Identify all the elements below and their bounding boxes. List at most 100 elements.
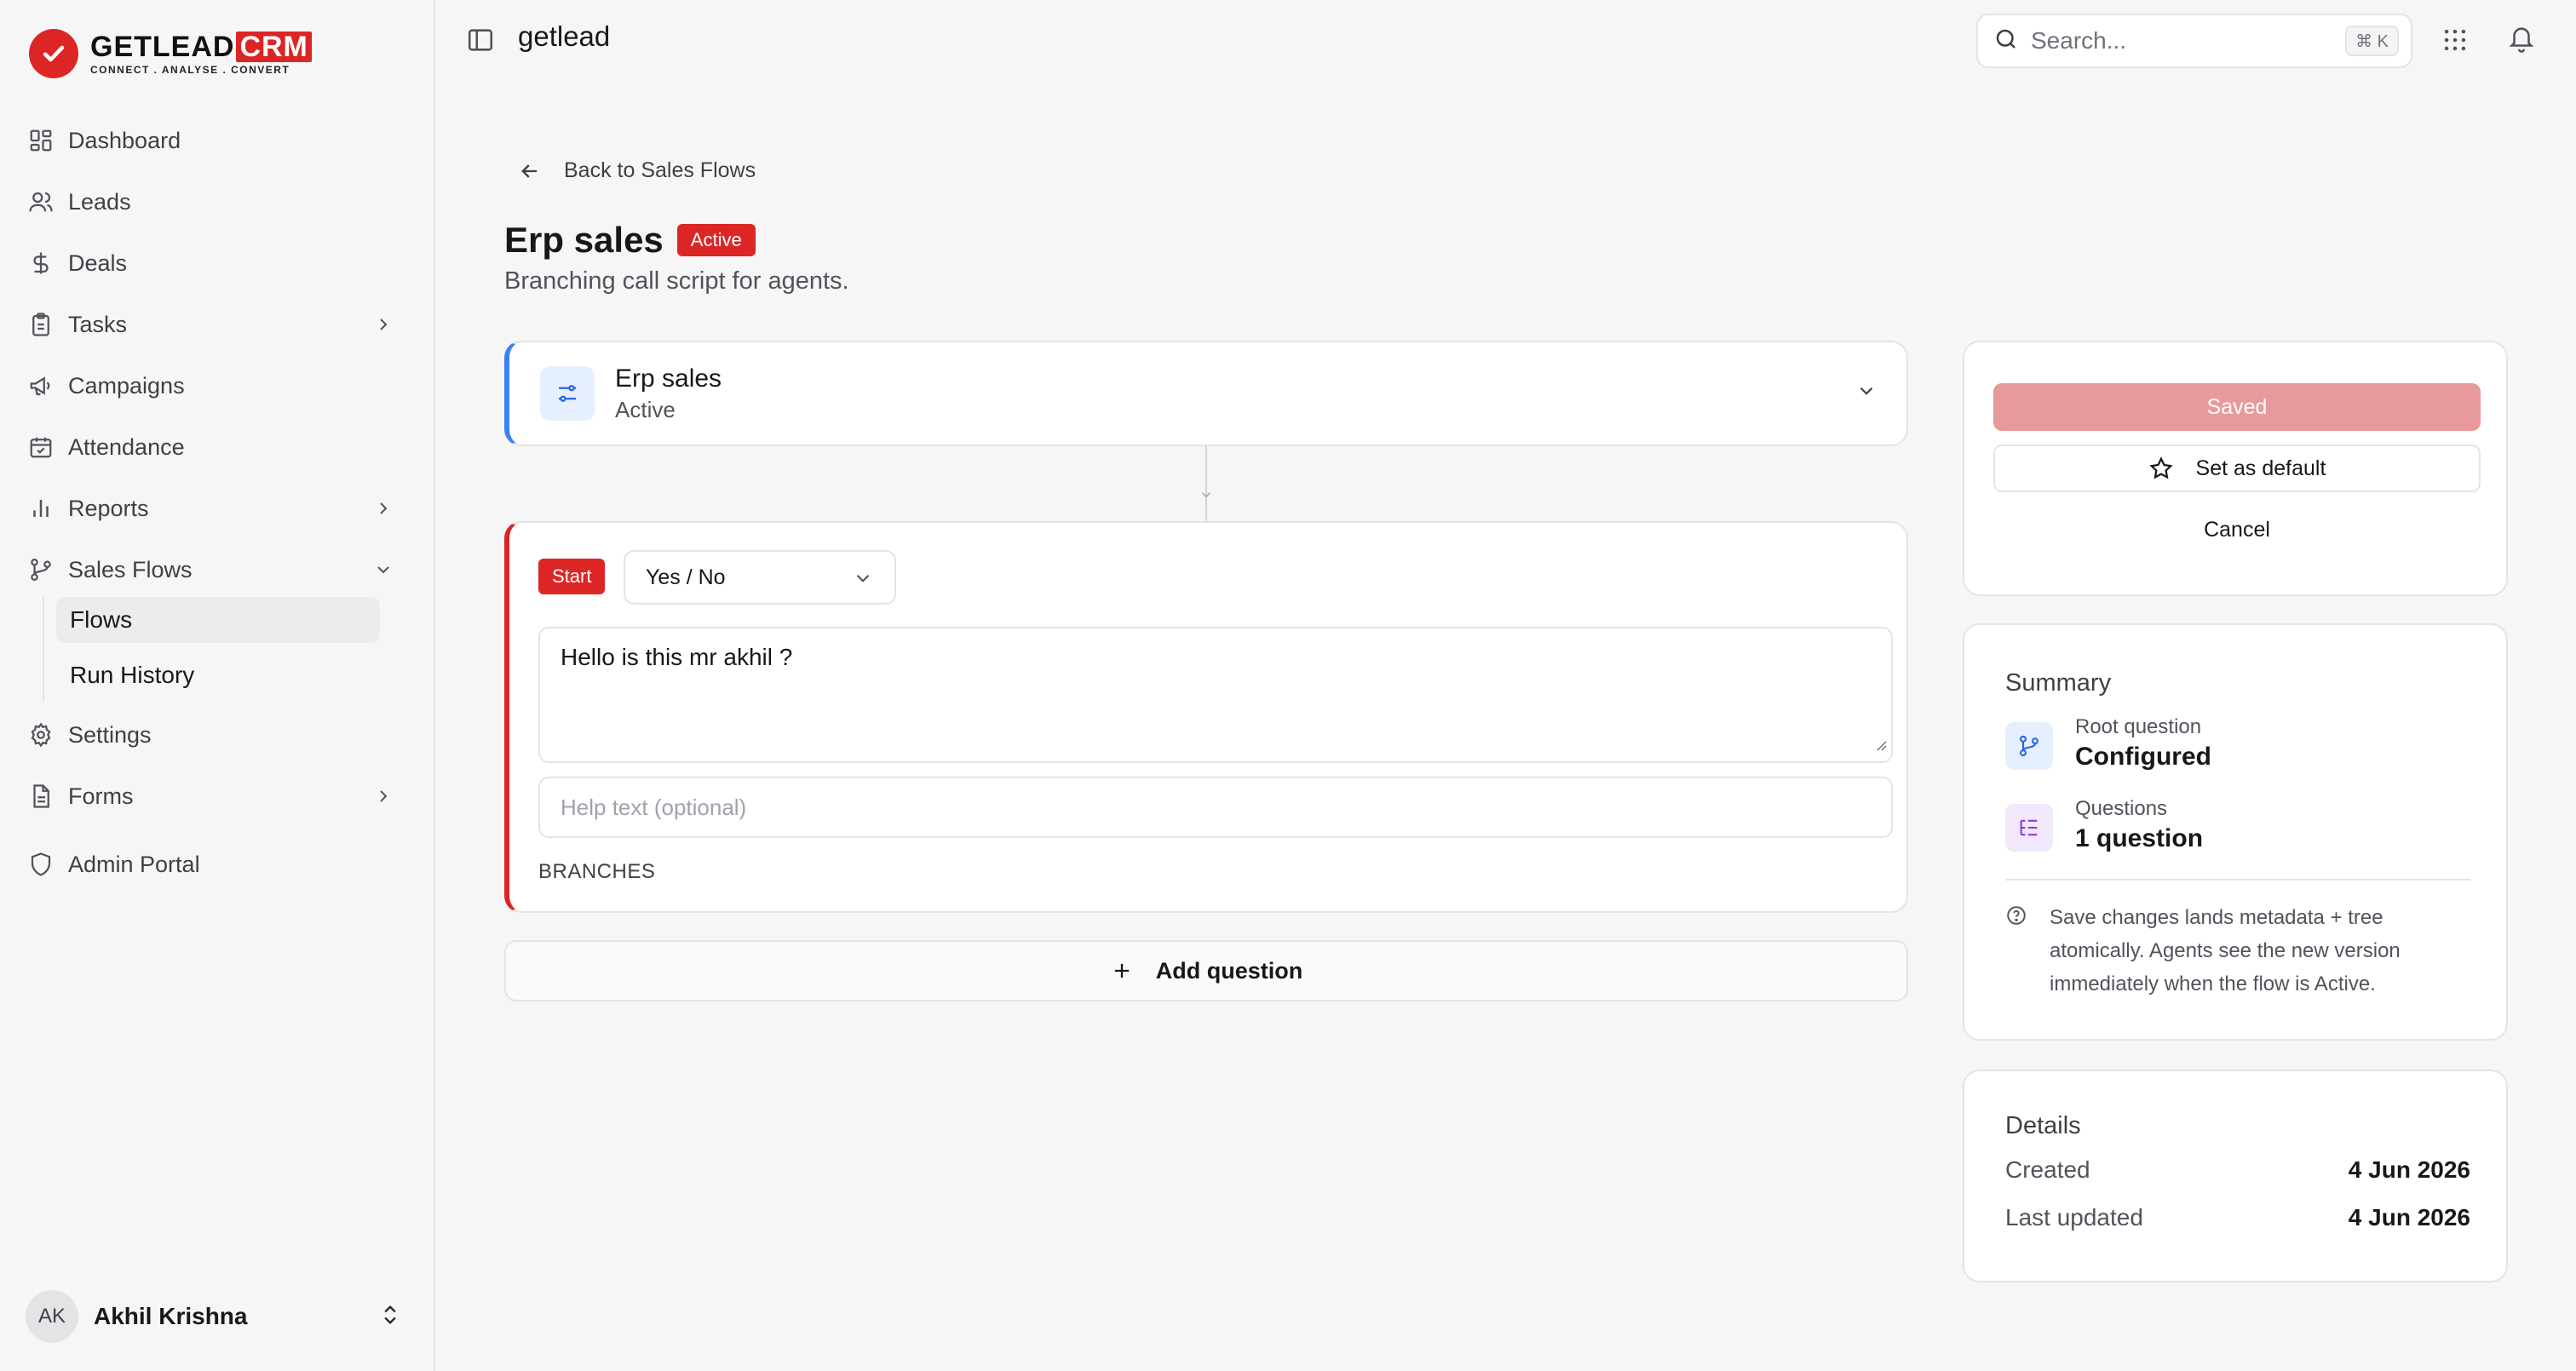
sidebar-item-label: Forms	[68, 783, 134, 809]
question-card: Start Yes / No Hello is this mr akhil ? …	[504, 521, 1908, 913]
connector-arrow-icon	[1199, 487, 1214, 507]
question-type-select[interactable]: Yes / No	[624, 550, 896, 605]
sidebar-item-label: Dashboard	[68, 127, 181, 153]
details-label: Last updated	[2005, 1204, 2143, 1230]
sidebar-item-label: Reports	[68, 495, 149, 521]
logo-word: GETLEAD	[90, 31, 235, 63]
summary-row-root-question: Root question Configured	[2005, 714, 2482, 773]
apps-grid-icon[interactable]	[2441, 26, 2470, 54]
branch-icon	[27, 556, 55, 583]
summary-label: Questions	[2075, 797, 2168, 820]
sidebar-subitem-run-history[interactable]: Run History	[56, 652, 380, 698]
add-question-label: Add question	[1155, 957, 1303, 984]
users-icon	[27, 188, 55, 215]
avatar: AK	[26, 1290, 78, 1343]
help-circle-icon	[2005, 904, 2027, 931]
sidebar-item-campaigns[interactable]: Campaigns	[17, 360, 405, 411]
chevrons-up-down-icon	[378, 1303, 402, 1331]
chevron-right-icon	[370, 495, 397, 522]
summary-value: Configured	[2075, 743, 2211, 771]
sidebar-item-leads[interactable]: Leads	[17, 176, 405, 227]
star-icon	[2148, 456, 2173, 479]
sidebar-item-forms[interactable]: Forms	[17, 771, 405, 822]
chevron-right-icon	[370, 311, 397, 338]
megaphone-icon	[27, 372, 55, 399]
chevron-down-icon	[370, 556, 397, 583]
topbar: getlead Search... ⌘ K	[437, 0, 2576, 80]
summary-row-questions: Questions 1 question	[2005, 795, 2482, 855]
sidebar-item-admin-portal[interactable]: Admin Portal	[17, 839, 405, 890]
add-question-button[interactable]: Add question	[504, 940, 1908, 1001]
sidebar-item-attendance[interactable]: Attendance	[17, 422, 405, 473]
getlead-logo[interactable]: GETLEAD CRM CONNECT . ANALYSE . CONVERT	[29, 26, 312, 82]
page-subtitle: Branching call script for agents.	[504, 267, 849, 295]
sidebar-item-reports[interactable]: Reports	[17, 483, 405, 534]
user-name: Akhil Krishna	[94, 1303, 248, 1329]
details-label: Created	[2005, 1156, 2090, 1183]
question-text-input[interactable]: Hello is this mr akhil ?	[538, 627, 1893, 763]
sidebar-subitem-label: Flows	[70, 606, 133, 633]
user-menu[interactable]: AK Akhil Krishna	[26, 1289, 414, 1344]
dollar-icon	[27, 250, 55, 277]
sidebar-subitem-flows[interactable]: Flows	[56, 597, 380, 643]
sidebar-item-label: Attendance	[68, 433, 185, 460]
logo-crm: CRM	[236, 32, 312, 62]
workspace-name: getlead	[518, 20, 611, 52]
chevron-down-icon[interactable]	[1855, 380, 1877, 406]
plus-icon	[1114, 963, 1129, 978]
branch-icon	[2005, 722, 2053, 770]
sidebar: GETLEAD CRM CONNECT . ANALYSE . CONVERT …	[0, 0, 435, 1371]
status-badge: Active	[676, 224, 756, 256]
help-text-input[interactable]: Help text (optional)	[538, 777, 1893, 838]
shield-icon	[27, 851, 55, 878]
resize-handle-icon[interactable]	[1874, 731, 1888, 758]
chevron-down-icon	[852, 567, 874, 595]
flow-status: Active	[615, 397, 676, 422]
summary-divider	[2005, 879, 2470, 881]
sidebar-item-deals[interactable]: Deals	[17, 238, 405, 289]
sidebar-item-sales-flows[interactable]: Sales Flows	[17, 544, 405, 595]
search-shortcut: ⌘ K	[2345, 26, 2399, 56]
question-type-value: Yes / No	[646, 565, 726, 589]
flow-name: Erp sales	[615, 364, 722, 393]
search-input[interactable]: Search... ⌘ K	[1976, 14, 2412, 68]
details-value: 4 Jun 2026	[2348, 1204, 2470, 1230]
details-title: Details	[2005, 1112, 2081, 1139]
set-as-default-button[interactable]: Set as default	[1993, 445, 2481, 492]
sidebar-item-settings[interactable]: Settings	[17, 709, 405, 760]
page-title-row: Erp sales Active	[504, 220, 756, 261]
actions-panel: Saved Set as default Cancel	[1963, 341, 2508, 596]
back-to-sales-flows-link[interactable]: Back to Sales Flows	[518, 158, 756, 183]
help-text-placeholder: Help text (optional)	[561, 794, 747, 820]
sidebar-item-dashboard[interactable]: Dashboard	[17, 115, 405, 166]
details-row-last-updated: Last updated 4 Jun 2026	[2005, 1204, 2470, 1238]
sidebar-item-label: Tasks	[68, 311, 128, 337]
back-label: Back to Sales Flows	[564, 158, 756, 182]
flow-connector	[1205, 446, 1207, 521]
summary-panel: Summary Root question Configured Questio…	[1963, 623, 2508, 1041]
sidebar-item-label: Campaigns	[68, 372, 185, 399]
list-tree-icon	[2005, 804, 2053, 852]
calendar-icon	[27, 433, 55, 461]
branches-label: BRANCHES	[538, 860, 656, 883]
summary-label: Root question	[2075, 715, 2202, 738]
check-logo-icon	[29, 29, 78, 78]
page-title: Erp sales	[504, 220, 664, 260]
flow-header-card[interactable]: Erp sales Active	[504, 341, 1908, 446]
summary-note: Save changes lands metadata + tree atomi…	[2050, 906, 2401, 995]
sidebar-item-label: Settings	[68, 721, 152, 748]
details-panel: Details Created 4 Jun 2026 Last updated …	[1963, 1070, 2508, 1282]
summary-value: 1 question	[2075, 824, 2204, 852]
sidebar-item-label: Leads	[68, 188, 131, 215]
saved-button[interactable]: Saved	[1993, 383, 2481, 431]
bell-icon[interactable]	[2507, 24, 2538, 54]
sidebar-subitem-label: Run History	[70, 662, 195, 688]
grid-icon	[27, 127, 55, 154]
sidebar-item-label: Admin Portal	[68, 851, 200, 877]
submenu-line	[43, 596, 44, 702]
sidebar-item-tasks[interactable]: Tasks	[17, 299, 405, 350]
sidebar-item-label: Sales Flows	[68, 556, 193, 582]
cancel-button[interactable]: Cancel	[1993, 506, 2481, 554]
search-icon	[1993, 26, 2019, 56]
sidebar-toggle-icon[interactable]	[466, 26, 495, 54]
